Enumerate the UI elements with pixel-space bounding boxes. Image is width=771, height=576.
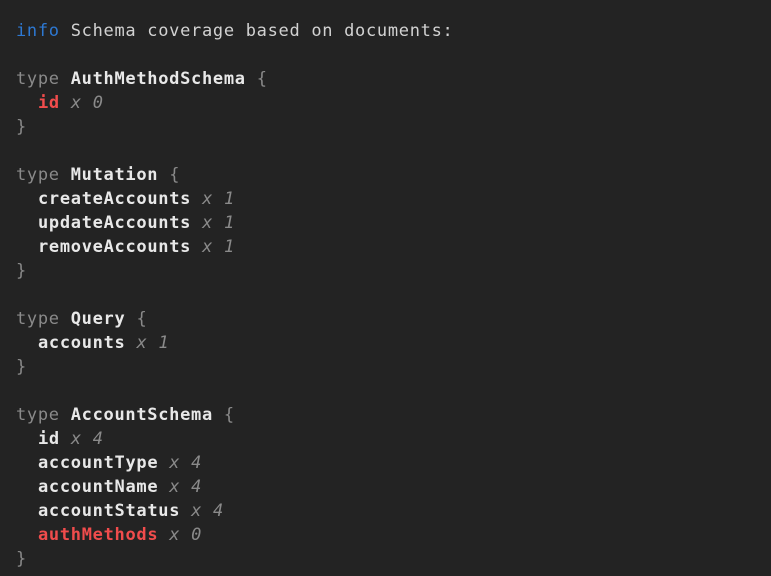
type-header: type AccountSchema {	[16, 403, 755, 427]
type-header: type Mutation {	[16, 163, 755, 187]
field-name: accountName	[38, 475, 158, 499]
field-count: x 1	[136, 331, 169, 355]
open-brace: {	[257, 67, 268, 91]
field-line: id x 0	[16, 91, 755, 115]
type-name: Mutation	[71, 163, 158, 187]
field-count: x 4	[169, 475, 202, 499]
field-name: createAccounts	[38, 187, 191, 211]
field-name: accounts	[38, 331, 125, 355]
type-name: AccountSchema	[71, 403, 213, 427]
field-count: x 1	[202, 235, 235, 259]
field-count: x 4	[191, 499, 224, 523]
close-line: }	[16, 115, 755, 139]
open-brace: {	[136, 307, 147, 331]
field-count: x 1	[202, 211, 235, 235]
type-header: type AuthMethodSchema {	[16, 67, 755, 91]
type-keyword: type	[16, 403, 60, 427]
open-brace: {	[224, 403, 235, 427]
info-label: info	[16, 19, 60, 43]
field-name: id	[38, 91, 60, 115]
field-name: accountType	[38, 451, 158, 475]
field-line: accountStatus x 4	[16, 499, 755, 523]
close-brace: }	[16, 547, 27, 571]
field-line: createAccounts x 1	[16, 187, 755, 211]
field-count: x 4	[71, 427, 104, 451]
field-line: authMethods x 0	[16, 523, 755, 547]
type-keyword: type	[16, 67, 60, 91]
field-name: id	[38, 427, 60, 451]
type-block-accountschema: typeAccountSchema{ idx 4 accountTypex 4 …	[16, 403, 755, 571]
field-line: accountName x 4	[16, 475, 755, 499]
field-name: updateAccounts	[38, 211, 191, 235]
info-message: Schema coverage based on documents:	[71, 19, 454, 43]
field-count: x 0	[71, 91, 104, 115]
close-line: }	[16, 547, 755, 571]
field-name: authMethods	[38, 523, 158, 547]
field-line: removeAccounts x 1	[16, 235, 755, 259]
field-line: updateAccounts x 1	[16, 211, 755, 235]
type-block-mutation: type Mutation { createAccounts x 1 updateAc…	[16, 163, 755, 283]
type-block-query: type Query { accounts x 1 }	[16, 307, 755, 379]
type-name: Query	[71, 307, 126, 331]
field-name: removeAccounts	[38, 235, 191, 259]
close-brace: }	[16, 259, 27, 283]
field-name: accountStatus	[38, 499, 180, 523]
field-count: x 4	[169, 451, 202, 475]
field-line: id x 4	[16, 427, 755, 451]
close-brace: }	[16, 115, 27, 139]
type-name: AuthMethodSchema	[71, 67, 246, 91]
close-brace: }	[16, 355, 27, 379]
field-count: x 1	[202, 187, 235, 211]
type-block-authmethodschema: type AuthMethodSchema { id x 0 }	[16, 67, 755, 139]
open-brace: {	[169, 163, 180, 187]
info-line: info Schema coverage based on documents:	[16, 19, 755, 43]
type-header: type Query {	[16, 307, 755, 331]
close-line: }	[16, 355, 755, 379]
type-keyword: type	[16, 163, 60, 187]
field-count: x 0	[169, 523, 202, 547]
terminal-output: infoSchema coverage based on documents: …	[0, 0, 771, 576]
close-line: }	[16, 259, 755, 283]
type-keyword: type	[16, 307, 60, 331]
field-line: accounts x 1	[16, 331, 755, 355]
field-line: accountType x 4	[16, 451, 755, 475]
